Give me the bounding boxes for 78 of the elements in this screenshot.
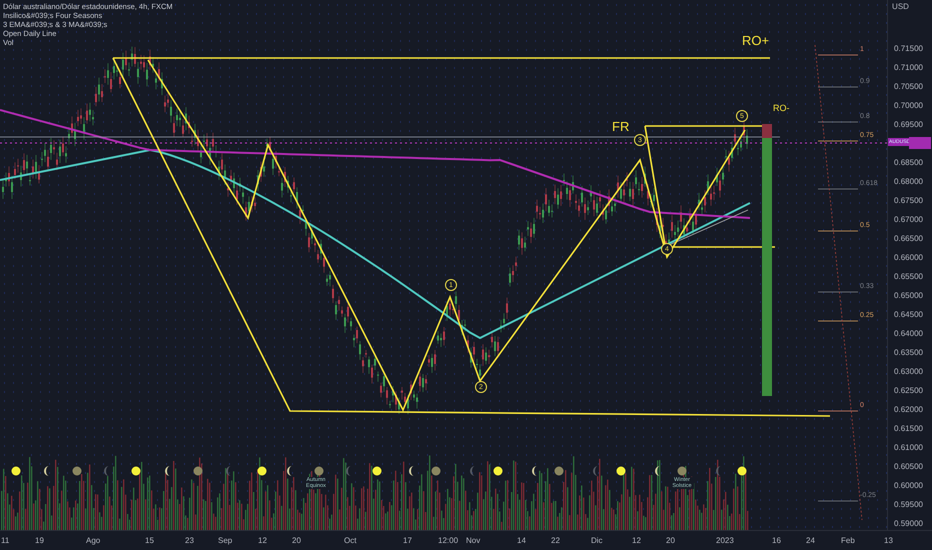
crescent-moon-icon [287, 466, 292, 476]
moon-icon [554, 466, 564, 476]
crescent-moon-icon [716, 466, 721, 476]
date-label: Sep [218, 536, 232, 545]
crescent-moon-icon [655, 466, 660, 476]
crescent-moon-icon [44, 466, 49, 476]
price-label: 0.63000 [894, 367, 923, 376]
moon-icon [194, 466, 202, 476]
price-label: 0.66000 [894, 253, 923, 262]
crescent-moon-icon [532, 466, 537, 476]
date-label: Oct [344, 536, 356, 545]
price-label: 0.59500 [894, 500, 923, 509]
moon-icon [678, 466, 686, 476]
date-label: 12 [258, 536, 267, 545]
price-label: 0.66500 [894, 234, 923, 243]
moon-icon [72, 466, 82, 476]
risk-bar [762, 124, 772, 138]
date-label: 20 [666, 536, 675, 545]
full-moon-icon [132, 466, 140, 476]
date-label: 2023 [716, 536, 734, 545]
current-price-marker [909, 137, 932, 149]
price-label: 0.59000 [894, 519, 923, 528]
price-label: 0.71500 [894, 44, 923, 53]
full-moon-icon [616, 466, 626, 476]
price-label: 0.62000 [894, 405, 923, 414]
full-moon-icon [258, 466, 266, 476]
chart-label: RO- [773, 103, 790, 113]
price-label: 0.64000 [894, 329, 923, 338]
date-label: 12 [632, 536, 641, 545]
price-label: 0.68500 [894, 158, 923, 167]
full-moon-icon [494, 466, 502, 476]
price-label: 0.61500 [894, 424, 923, 433]
date-label: Ago [86, 536, 100, 545]
crescent-moon-icon [165, 466, 170, 476]
price-label: 0.69500 [894, 120, 923, 129]
date-label: Nov [466, 536, 480, 545]
crescent-moon-icon [226, 466, 231, 476]
date-label: 19 [35, 536, 44, 545]
date-label: 22 [551, 536, 560, 545]
date-label: Dic [591, 536, 603, 545]
price-label: 0.64500 [894, 310, 923, 319]
moon-icon [432, 466, 440, 476]
date-label: 17 [403, 536, 412, 545]
price-label: 0.62500 [894, 386, 923, 395]
date-label: Feb [841, 536, 855, 545]
date-label: 12:00 [438, 536, 458, 545]
price-label: 0.61000 [894, 443, 923, 452]
price-label: 0.70500 [894, 82, 923, 91]
date-label: 20 [292, 536, 301, 545]
price-label: 0.70000 [894, 101, 923, 110]
price-label: 0.71000 [894, 63, 923, 72]
date-label: 11 [1, 536, 10, 545]
date-label: 23 [185, 536, 194, 545]
price-label: 0.63500 [894, 348, 923, 357]
date-label: 14 [517, 536, 526, 545]
price-label: 0.60500 [894, 462, 923, 471]
crescent-moon-icon [346, 466, 351, 476]
currency-label: USD [892, 2, 909, 11]
chart-label: FR [612, 119, 630, 134]
price-label: 0.67500 [894, 196, 923, 205]
date-label: 15 [145, 536, 154, 545]
price-label: 0.60000 [894, 481, 923, 490]
moon-icon [314, 466, 324, 476]
date-label: 16 [772, 536, 781, 545]
crescent-moon-icon [470, 466, 475, 476]
full-moon-icon [372, 466, 382, 476]
full-moon-icon [12, 466, 20, 476]
crescent-moon-icon [104, 466, 109, 476]
price-label: 0.65500 [894, 272, 923, 281]
price-label: 0.68000 [894, 177, 923, 186]
date-label: 13 [884, 536, 893, 545]
full-moon-icon [738, 466, 746, 476]
price-label: 0.65000 [894, 291, 923, 300]
chart-label: RO+ [742, 33, 770, 48]
date-label: 24 [806, 536, 815, 545]
price-label: 0.67000 [894, 215, 923, 224]
crescent-moon-icon [593, 466, 598, 476]
crescent-moon-icon [409, 466, 414, 476]
